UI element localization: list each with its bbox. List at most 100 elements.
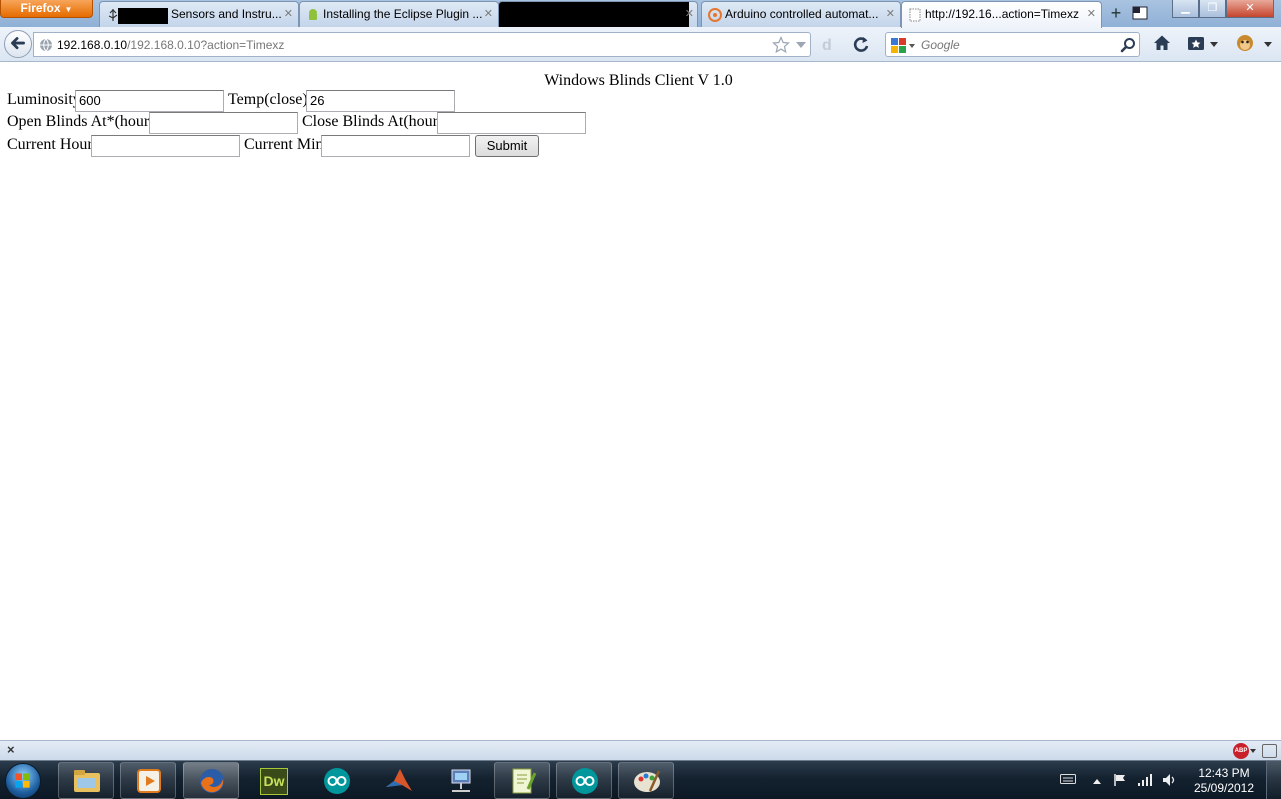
media-player-icon	[137, 769, 161, 793]
page-title: Windows Blinds Client V 1.0	[544, 72, 733, 89]
system-clock[interactable]: 12:43 PM 25/09/2012	[1188, 766, 1260, 796]
current-min-input[interactable]	[321, 135, 470, 157]
chevron-down-icon[interactable]	[1210, 42, 1218, 47]
taskbar-arduino-button[interactable]	[308, 762, 364, 799]
reload-icon[interactable]	[851, 35, 871, 55]
page-content: Windows Blinds Client V 1.0 Luminosity: …	[0, 62, 1281, 740]
close-icon[interactable]: ✕	[284, 7, 293, 20]
close-blinds-label: Close Blinds At(hour):	[302, 113, 448, 130]
addon-bar: × ABP	[0, 740, 1281, 760]
taskbar-firefox-button[interactable]	[183, 762, 239, 799]
close-icon[interactable]: ✕	[1087, 7, 1096, 20]
taskbar-paint-button[interactable]	[618, 762, 674, 799]
bookmarks-menu-icon[interactable]	[1186, 33, 1206, 53]
taskbar-media-player-button[interactable]	[120, 762, 176, 799]
tab-current[interactable]: http://192.16...action=Timexz ✕	[901, 1, 1102, 28]
submit-button[interactable]: Submit	[475, 135, 539, 157]
firefox-menu-button[interactable]: Firefox ▼	[0, 0, 93, 18]
close-icon[interactable]: ✕	[685, 7, 694, 20]
redaction-block	[499, 2, 689, 27]
arduino-icon	[324, 768, 350, 794]
network-icon	[451, 769, 471, 792]
overflow-menu-icon[interactable]	[1264, 42, 1272, 47]
search-bar[interactable]: Google	[885, 32, 1140, 57]
url-text: 192.168.0.10/192.168.0.10?action=Timexz	[57, 38, 284, 52]
close-blinds-input[interactable]	[437, 112, 586, 134]
screenshot-addon-icon[interactable]	[1262, 744, 1277, 758]
search-icon[interactable]	[1120, 37, 1136, 53]
open-blinds-input[interactable]	[149, 112, 298, 134]
volume-icon[interactable]	[1162, 773, 1178, 787]
current-min-label: Current Min:	[244, 136, 328, 153]
chevron-down-icon[interactable]	[1250, 749, 1256, 753]
tab-arduino-automation[interactable]: Arduino controlled automat... ✕	[701, 1, 901, 27]
redaction-block	[118, 8, 168, 24]
close-addon-bar-icon[interactable]: ×	[7, 742, 15, 757]
temp-close-input[interactable]: 26	[306, 90, 455, 112]
luminosity-input[interactable]: 600	[75, 90, 224, 112]
taskbar-matlab-button[interactable]	[370, 762, 426, 799]
adblock-plus-icon[interactable]: ABP	[1233, 743, 1249, 759]
editor-icon	[512, 768, 537, 794]
firefox-menu-label: Firefox	[20, 1, 61, 15]
clock-date: 25/09/2012	[1193, 781, 1255, 795]
tab-title: Sensors and Instru...	[171, 7, 282, 21]
home-icon[interactable]	[1152, 33, 1172, 53]
google-icon	[891, 38, 906, 53]
paint-icon	[634, 770, 661, 792]
back-button[interactable]	[4, 30, 32, 58]
list-all-tabs-icon[interactable]	[1132, 6, 1148, 20]
matlab-icon	[386, 769, 412, 791]
firefox-icon	[200, 769, 224, 793]
keyboard-icon[interactable]	[1060, 773, 1076, 785]
close-icon[interactable]: ✕	[484, 7, 493, 20]
minimize-button[interactable]: ▁	[1172, 0, 1199, 18]
globe-icon	[40, 38, 52, 52]
show-hidden-icons-icon[interactable]	[1092, 777, 1102, 785]
dreamweaver-icon: Dw	[260, 768, 288, 795]
current-hour-input[interactable]	[91, 135, 240, 157]
url-history-dropdown-icon[interactable]	[796, 42, 806, 48]
windows-logo-icon	[15, 773, 30, 788]
greasemonkey-icon[interactable]	[1235, 33, 1255, 53]
tab-sensors[interactable]: Sensors and Instru... ✕	[99, 1, 299, 27]
taskbar-editor-button[interactable]	[494, 762, 550, 799]
taskbar-network-button[interactable]	[432, 762, 488, 799]
taskbar-explorer-button[interactable]	[58, 762, 114, 799]
windows-explorer-icon	[74, 770, 100, 792]
window-close-button[interactable]: ✕	[1226, 0, 1274, 18]
navigation-toolbar: 192.168.0.10/192.168.0.10?action=Timexz …	[0, 27, 1281, 62]
search-engine-dropdown-icon[interactable]	[909, 44, 915, 48]
bookmark-star-icon[interactable]	[772, 36, 790, 54]
windows-taskbar: Dw 12:43 PM 25/09/2012	[0, 760, 1281, 799]
arduino-icon	[572, 768, 598, 794]
minimize-icon: ▁	[1181, 2, 1190, 14]
network-signal-icon[interactable]	[1137, 773, 1153, 787]
tab-eclipse-plugin[interactable]: Installing the Eclipse Plugin ... ✕	[299, 1, 499, 27]
restore-button[interactable]: ❐	[1199, 0, 1226, 18]
blank-page-icon	[909, 8, 921, 22]
action-center-flag-icon[interactable]	[1113, 773, 1127, 787]
clock-time: 12:43 PM	[1198, 766, 1250, 780]
temp-close-label: Temp(close):	[228, 91, 313, 108]
taskbar-arduino-ide-button[interactable]	[556, 762, 612, 799]
close-icon[interactable]: ✕	[886, 7, 895, 20]
back-arrow-icon	[11, 37, 25, 50]
start-button[interactable]	[5, 763, 41, 799]
dreamweaver-label: Dw	[263, 773, 285, 789]
instructables-icon	[708, 8, 722, 22]
luminosity-label: Luminosity:	[7, 91, 86, 108]
taskbar-dreamweaver-button[interactable]: Dw	[245, 762, 301, 799]
tab-redacted[interactable]: ✕	[498, 1, 698, 27]
system-tray	[1055, 761, 1195, 799]
show-desktop-button[interactable]	[1266, 761, 1281, 799]
url-bar[interactable]: 192.168.0.10/192.168.0.10?action=Timexz	[33, 32, 811, 57]
search-input[interactable]: Google	[921, 38, 960, 52]
tab-title: http://192.16...action=Timexz	[925, 7, 1079, 21]
new-tab-button[interactable]: +	[1105, 4, 1127, 24]
url-host: 192.168.0.10	[57, 38, 128, 52]
url-path: /192.168.0.10?action=Timexz	[127, 38, 285, 52]
chevron-down-icon: ▼	[64, 5, 73, 14]
current-hour-label: Current Hour:	[7, 136, 98, 153]
android-icon	[309, 9, 317, 20]
